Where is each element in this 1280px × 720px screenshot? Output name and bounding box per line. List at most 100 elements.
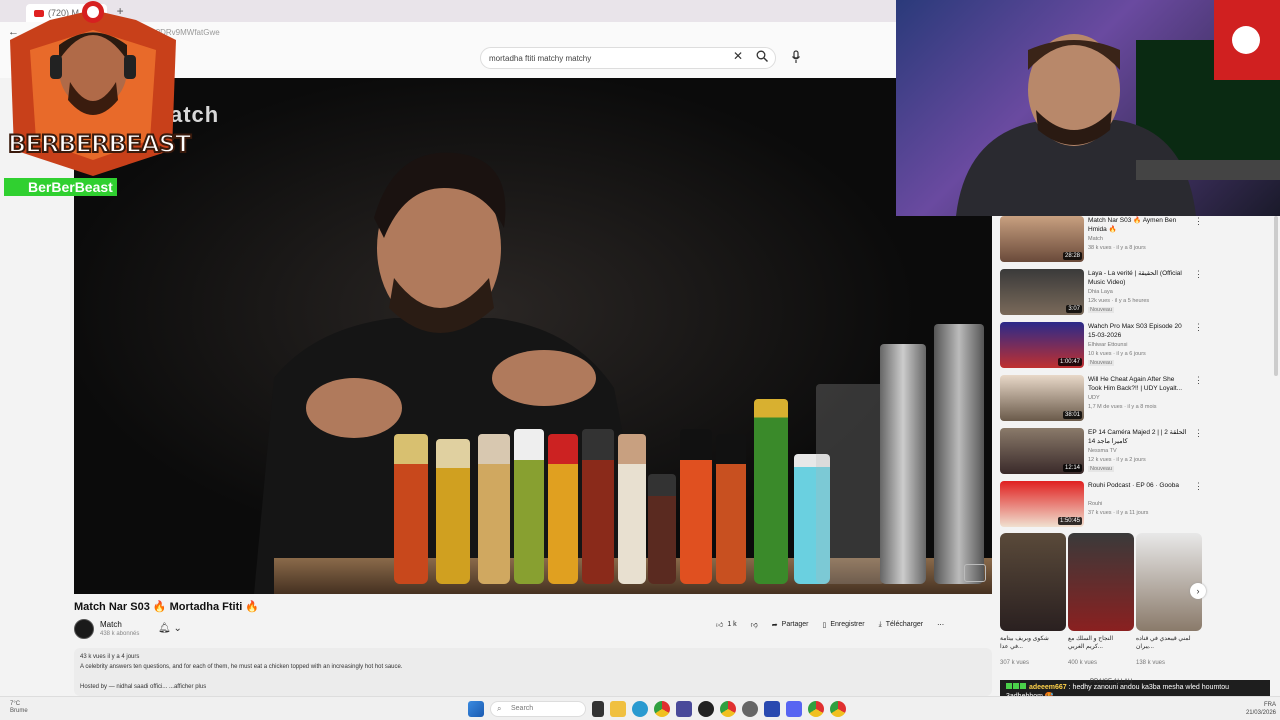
recommended-title[interactable]: EP 14 Caméra Majed 2 | الحلقة 2 | كاميرا… bbox=[1088, 428, 1188, 446]
clear-search-icon[interactable]: ✕ bbox=[733, 49, 743, 63]
recommended-title[interactable]: Rouhi Podcast · EP 06 · Gooba bbox=[1088, 481, 1188, 490]
short-title[interactable]: لمني قيبعدي في قناده يبران... bbox=[1136, 635, 1194, 651]
edge-icon[interactable] bbox=[632, 701, 648, 717]
task-view-icon[interactable] bbox=[592, 701, 604, 717]
more-vert-icon[interactable]: ⋮ bbox=[1194, 269, 1203, 280]
recommended-list: 28:28 Match Nar S03 🔥 Aymen Ben Hmida 🔥 Ma… bbox=[998, 214, 1204, 532]
short-thumbnail[interactable] bbox=[1136, 533, 1202, 631]
short-title[interactable]: شكوى وبريف بيتامة في عدا... bbox=[1000, 635, 1058, 651]
more-vert-icon[interactable]: ⋮ bbox=[1194, 375, 1203, 386]
chevron-right-icon[interactable]: › bbox=[1190, 583, 1206, 599]
search-input[interactable]: mortadha ftiti matchy matchy bbox=[480, 47, 776, 69]
page-scrollbar[interactable] bbox=[1274, 216, 1278, 376]
sauce-bottle bbox=[478, 434, 510, 584]
recommended-meta: 12k vues · il y a 5 heures bbox=[1088, 298, 1150, 304]
video-thumbnail[interactable]: 1:00:47 bbox=[1000, 322, 1084, 368]
taskbar-search-placeholder: Search bbox=[511, 705, 534, 712]
recommended-channel[interactable]: Rouhi bbox=[1088, 501, 1102, 507]
more-vert-icon[interactable]: ⋮ bbox=[1194, 481, 1203, 492]
chrome-icon[interactable] bbox=[720, 701, 736, 717]
recommended-item[interactable]: 1:50:45 Rouhi Podcast · EP 06 · Gooba Rouh… bbox=[998, 479, 1204, 532]
description-box[interactable]: 43 k vues il y a 4 jours A celebrity ans… bbox=[74, 648, 992, 696]
file-explorer-icon[interactable] bbox=[610, 701, 626, 717]
more-vert-icon[interactable]: ⋮ bbox=[1194, 428, 1203, 439]
share-button[interactable]: ➦ Partager bbox=[772, 621, 809, 629]
recommended-title[interactable]: Wahch Pro Max S03 Episode 20 15-03-2026 bbox=[1088, 322, 1188, 340]
glass bbox=[816, 384, 886, 584]
recommended-channel[interactable]: Dhia Laya bbox=[1088, 289, 1113, 295]
windows-start-icon[interactable] bbox=[468, 701, 484, 717]
channel-watermark-icon[interactable] bbox=[964, 564, 986, 582]
clock-date: 21/03/2026 bbox=[1245, 710, 1276, 716]
share-label: Partager bbox=[781, 621, 809, 628]
download-button[interactable]: ⤓ Télécharger bbox=[879, 621, 923, 629]
like-count: 1 k bbox=[727, 621, 737, 628]
video-thumbnail[interactable]: 38:01 bbox=[1000, 375, 1084, 421]
video-thumbnail[interactable]: 1:50:45 bbox=[1000, 481, 1084, 527]
video-duration: 28:28 bbox=[1062, 252, 1082, 260]
more-vert-icon[interactable]: ⋮ bbox=[1194, 322, 1203, 333]
short-title[interactable]: النجاح و السلك مع كريم الغربي... bbox=[1068, 635, 1126, 651]
chrome-icon[interactable] bbox=[808, 701, 824, 717]
download-icon: ⤓ bbox=[878, 620, 882, 628]
badge-icon bbox=[1006, 683, 1012, 689]
taskbar-apps: ⌕ Search bbox=[468, 701, 846, 717]
recommended-meta: 37 k vues · il y a 11 jours bbox=[1088, 510, 1149, 516]
chrome-icon[interactable] bbox=[830, 701, 846, 717]
recommended-meta: 38 k vues · il y a 8 jours bbox=[1088, 245, 1146, 251]
channel-name[interactable]: Match bbox=[100, 620, 122, 629]
obs-icon[interactable] bbox=[698, 701, 714, 717]
sauce-bottle bbox=[582, 429, 614, 584]
more-vert-icon[interactable]: ⋮ bbox=[1194, 216, 1203, 227]
short-thumbnail[interactable] bbox=[1000, 533, 1066, 631]
recommended-item[interactable]: 12:14 EP 14 Caméra Majed 2 | الحلقة 2 | ك… bbox=[998, 426, 1204, 479]
discord-icon[interactable] bbox=[786, 701, 802, 717]
save-button[interactable]: ▯ Enregistrer bbox=[823, 621, 865, 629]
bell-icon[interactable]: 🔔︎ ⌄ bbox=[158, 623, 182, 634]
recommended-channel[interactable]: Match bbox=[1088, 236, 1103, 242]
more-button[interactable]: ⋯ bbox=[937, 621, 944, 629]
weather-widget[interactable]: 7°C Brume bbox=[10, 701, 28, 715]
recommended-item[interactable]: 1:00:47 Wahch Pro Max S03 Episode 20 15-0… bbox=[998, 320, 1204, 373]
show-more-link[interactable]: ...afficher plus bbox=[169, 684, 206, 690]
system-tray[interactable]: FRA 21/03/2026 bbox=[1246, 701, 1276, 717]
video-duration: 38:01 bbox=[1062, 411, 1082, 419]
store-icon[interactable] bbox=[676, 701, 692, 717]
recommended-title[interactable]: Will He Cheat Again After She Took Him B… bbox=[1088, 375, 1188, 393]
recommended-title[interactable]: Laya - La verité | الحقيقة (Official Mus… bbox=[1088, 269, 1188, 287]
video-actions: 👍︎ 1 k 👎︎ ➦ Partager ▯ Enregistrer ⤓ Télécha… bbox=[716, 620, 944, 630]
settings-icon[interactable] bbox=[742, 701, 758, 717]
recommended-item[interactable]: 3:07 Laya - La verité | الحقيقة (Official… bbox=[998, 267, 1204, 320]
like-button[interactable]: 👍︎ 1 k bbox=[716, 620, 737, 629]
recommended-item[interactable]: 38:01 Will He Cheat Again After She Took … bbox=[998, 373, 1204, 426]
webcam-feed bbox=[896, 0, 1280, 216]
mail-icon[interactable] bbox=[764, 701, 780, 717]
short-views: 138 k vues bbox=[1136, 660, 1166, 666]
short-thumbnail[interactable] bbox=[1068, 533, 1134, 631]
channel-avatar[interactable] bbox=[74, 619, 94, 639]
new-badge: Nouveau bbox=[1088, 307, 1115, 313]
recommended-channel[interactable]: Nessma TV bbox=[1088, 448, 1117, 454]
windows-taskbar: 7°C Brume ⌕ Search FRA 21/03/2026 bbox=[0, 696, 1280, 720]
recommended-channel[interactable]: Elhiwar Ettounsi bbox=[1088, 342, 1127, 348]
thumbs-up-icon: 👍︎ bbox=[716, 622, 724, 629]
badge-icon bbox=[1013, 683, 1019, 689]
search-icon[interactable] bbox=[756, 50, 768, 62]
recommended-title[interactable]: Match Nar S03 🔥 Aymen Ben Hmida 🔥 bbox=[1088, 216, 1188, 234]
taskbar-search[interactable]: ⌕ Search bbox=[490, 701, 586, 717]
sauce-bottle bbox=[648, 474, 676, 584]
streamer-handle: BerBerBeast bbox=[4, 178, 117, 196]
video-thumbnail[interactable]: 3:07 bbox=[1000, 269, 1084, 315]
recommended-channel[interactable]: UDY bbox=[1088, 395, 1100, 401]
sauce-bottle bbox=[680, 429, 712, 584]
microphone-icon[interactable] bbox=[791, 50, 801, 64]
recommended-item[interactable]: 28:28 Match Nar S03 🔥 Aymen Ben Hmida 🔥 Ma… bbox=[998, 214, 1204, 267]
video-thumbnail[interactable]: 28:28 bbox=[1000, 216, 1084, 262]
video-player[interactable]: atch bbox=[74, 78, 992, 594]
short-views: 400 k vues bbox=[1068, 660, 1098, 666]
chrome-icon[interactable] bbox=[654, 701, 670, 717]
logo-text: BERBERBEAST bbox=[7, 129, 192, 159]
dislike-button[interactable]: 👎︎ bbox=[751, 620, 758, 629]
video-thumbnail[interactable]: 12:14 bbox=[1000, 428, 1084, 474]
hosted-names[interactable]: nidhal saadi offici... bbox=[116, 684, 167, 690]
